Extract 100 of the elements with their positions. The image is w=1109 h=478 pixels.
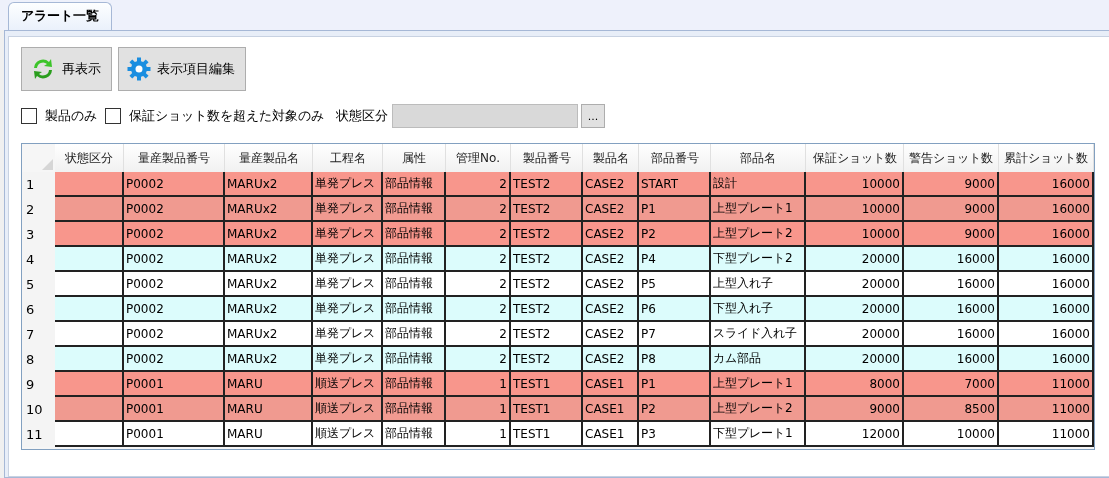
table-cell: 下型プレート2 bbox=[711, 247, 806, 272]
table-cell: 9000 bbox=[904, 222, 999, 247]
table-cell: 16000 bbox=[904, 297, 999, 322]
column-header[interactable]: 製品名 bbox=[583, 144, 639, 172]
table-cell: CASE2 bbox=[583, 172, 639, 197]
table-cell: 2 bbox=[446, 197, 511, 222]
table-cell: 9000 bbox=[806, 397, 904, 422]
table-cell: MARU bbox=[225, 397, 313, 422]
table-cell: 9000 bbox=[904, 172, 999, 197]
table-cell: CASE2 bbox=[583, 197, 639, 222]
table-cell: 順送プレス bbox=[313, 397, 383, 422]
column-header[interactable]: 製品番号 bbox=[511, 144, 583, 172]
table-cell: TEST2 bbox=[511, 197, 583, 222]
column-header[interactable]: 量産製品番号 bbox=[124, 144, 225, 172]
table-cell: スライド入れ子 bbox=[711, 322, 806, 347]
table-cell: P8 bbox=[639, 347, 711, 372]
table-cell: 7000 bbox=[904, 372, 999, 397]
table-cell: 16000 bbox=[999, 222, 1094, 247]
table-cell: CASE2 bbox=[583, 347, 639, 372]
table-cell: 16000 bbox=[904, 272, 999, 297]
table-cell: MARU bbox=[225, 372, 313, 397]
table-cell: 2 bbox=[446, 247, 511, 272]
table-cell: P6 bbox=[639, 297, 711, 322]
table-cell: TEST2 bbox=[511, 172, 583, 197]
table-cell: 16000 bbox=[999, 347, 1094, 372]
table-cell: 単発プレス bbox=[313, 197, 383, 222]
table-cell: 20000 bbox=[806, 297, 904, 322]
table-cell: 上型プレート1 bbox=[711, 372, 806, 397]
table-cell: CASE1 bbox=[583, 397, 639, 422]
table-cell: 10000 bbox=[806, 222, 904, 247]
column-header[interactable]: 量産製品名 bbox=[225, 144, 313, 172]
table-cell: 20000 bbox=[806, 272, 904, 297]
table-cell: 部品情報 bbox=[383, 372, 446, 397]
table-cell: 1 bbox=[446, 372, 511, 397]
table-cell: 16000 bbox=[999, 197, 1094, 222]
table-cell: 順送プレス bbox=[313, 372, 383, 397]
table-cell: 8000 bbox=[806, 372, 904, 397]
checkbox[interactable] bbox=[105, 108, 121, 124]
table-cell: MARU bbox=[225, 422, 313, 447]
table-cell: 2 bbox=[446, 297, 511, 322]
table-cell: 2 bbox=[446, 272, 511, 297]
table-cell: MARUx2 bbox=[225, 222, 313, 247]
column-header[interactable]: 状態区分 bbox=[55, 144, 124, 172]
column-header[interactable]: 部品番号 bbox=[639, 144, 711, 172]
table-cell: 2 bbox=[446, 347, 511, 372]
table-cell: 部品情報 bbox=[383, 172, 446, 197]
checkbox-label: 保証ショット数を超えた対象のみ bbox=[129, 107, 324, 125]
table-cell: P0002 bbox=[124, 197, 225, 222]
table-cell: P0002 bbox=[124, 247, 225, 272]
table-cell: TEST2 bbox=[511, 222, 583, 247]
column-header[interactable]: 工程名 bbox=[313, 144, 383, 172]
column-header[interactable]: 保証ショット数 bbox=[806, 144, 904, 172]
table-cell: 順送プレス bbox=[313, 422, 383, 447]
table-cell: 10000 bbox=[806, 172, 904, 197]
table-cell: P1 bbox=[639, 197, 711, 222]
column-header[interactable]: 属性 bbox=[383, 144, 446, 172]
column-header[interactable]: 警告ショット数 bbox=[904, 144, 999, 172]
table-cell: 単発プレス bbox=[313, 247, 383, 272]
table-cell: P2 bbox=[639, 397, 711, 422]
table-cell: 2 bbox=[446, 222, 511, 247]
table-cell: 単発プレス bbox=[313, 322, 383, 347]
table-cell: 部品情報 bbox=[383, 222, 446, 247]
table-cell: START bbox=[639, 172, 711, 197]
table-cell: P4 bbox=[639, 247, 711, 272]
column-header[interactable]: 累計ショット数 bbox=[999, 144, 1094, 172]
table-cell: P0002 bbox=[124, 222, 225, 247]
table-cell: 単発プレス bbox=[313, 272, 383, 297]
table-cell: TEST1 bbox=[511, 372, 583, 397]
refresh-button[interactable]: 再表示 bbox=[21, 47, 112, 91]
table-cell: 部品情報 bbox=[383, 397, 446, 422]
table-cell: TEST1 bbox=[511, 397, 583, 422]
table-cell: 9000 bbox=[904, 197, 999, 222]
table-cell: TEST2 bbox=[511, 272, 583, 297]
table-cell: CASE2 bbox=[583, 222, 639, 247]
table-cell: 16000 bbox=[999, 297, 1094, 322]
table-cell: 上型入れ子 bbox=[711, 272, 806, 297]
table-cell: MARUx2 bbox=[225, 272, 313, 297]
table-cell: 16000 bbox=[999, 322, 1094, 347]
table-cell: CASE2 bbox=[583, 297, 639, 322]
table-cell: TEST2 bbox=[511, 297, 583, 322]
table-cell: 部品情報 bbox=[383, 197, 446, 222]
table-cell: 部品情報 bbox=[383, 272, 446, 297]
table-cell: 単発プレス bbox=[313, 222, 383, 247]
table-cell: 16000 bbox=[904, 347, 999, 372]
table-cell: カム部品 bbox=[711, 347, 806, 372]
table-cell: 下型プレート1 bbox=[711, 422, 806, 447]
table-cell: 8500 bbox=[904, 397, 999, 422]
table-cell: MARUx2 bbox=[225, 197, 313, 222]
column-header[interactable]: 管理No. bbox=[446, 144, 511, 172]
table-cell: P2 bbox=[639, 222, 711, 247]
table-cell: P7 bbox=[639, 322, 711, 347]
table-cell: 1 bbox=[446, 422, 511, 447]
checkbox[interactable] bbox=[21, 108, 37, 124]
table-cell: MARUx2 bbox=[225, 247, 313, 272]
table-cell: P0001 bbox=[124, 372, 225, 397]
column-header[interactable]: 部品名 bbox=[711, 144, 806, 172]
table-cell: P0001 bbox=[124, 422, 225, 447]
tab[interactable]: アラート一覧 bbox=[8, 2, 112, 30]
table-cell: 20000 bbox=[806, 247, 904, 272]
settings-button[interactable]: 表示項目編集 bbox=[118, 47, 246, 91]
